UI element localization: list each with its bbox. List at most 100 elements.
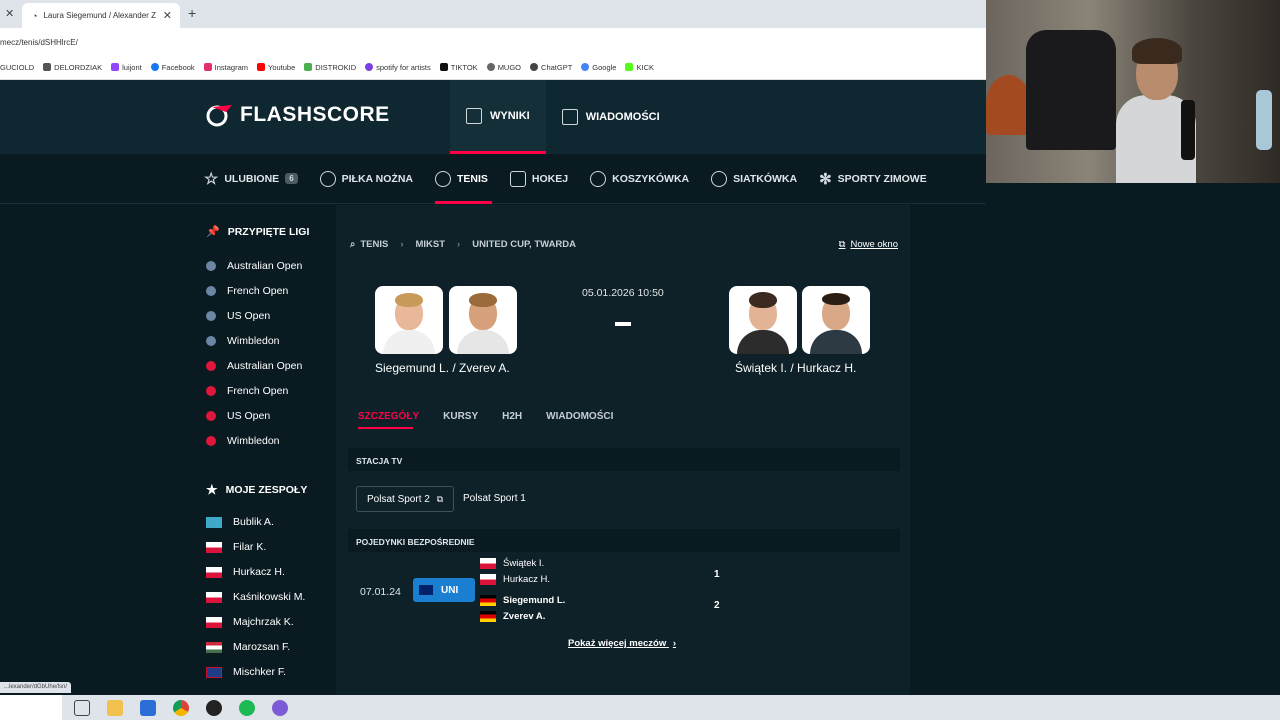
away-team-name[interactable]: Świątek I. / Hurkacz H. [735,361,856,375]
sport-ulubione[interactable]: ☆ ULUBIONE 6 [204,154,310,204]
bookmark[interactable]: Google [581,63,616,72]
sport-hokej[interactable]: HOKEJ [509,154,580,204]
tab-h2h[interactable]: H2H [502,411,522,422]
scores-icon [466,107,482,124]
sport-tenis[interactable]: TENIS [435,154,500,204]
file-explorer-icon[interactable] [107,699,123,716]
pin-icon [206,361,216,371]
store-icon[interactable] [140,699,156,716]
obs-icon[interactable] [206,699,222,716]
pinned-league-item[interactable]: Wimbledon [206,435,280,447]
sport-siatkowka[interactable]: SIATKÓWKA [711,154,809,204]
team-item[interactable]: Marozsan F. [206,641,290,653]
chevron-right-icon: › [672,638,677,649]
h2h-section-header: POJEDYNKI BEZPOŚREDNIE [348,529,900,552]
new-tab-button[interactable]: + [188,5,196,21]
bookmark[interactable]: Instagram [203,63,248,72]
task-view-icon[interactable] [74,699,90,716]
bookmark[interactable]: TIKTOK [439,63,478,72]
browser-tab-bar: ✕ ◔ Laura Siegemund / Alexander Z ✕ + [0,0,986,28]
nav-wiadomosci[interactable]: WIADOMOŚCI [546,80,676,154]
h2h-player[interactable]: Hurkacz H. [480,574,550,585]
sport-sporty-zimowe[interactable]: ✻ SPORTY ZIMOWE [819,154,939,204]
webcam-object [986,75,1031,135]
logo-text: FLASHSCORE [240,103,390,126]
flag-icon [206,541,222,553]
taskbar-search[interactable] [0,695,62,720]
tab-szczegoly[interactable]: SZCZEGÓŁY [358,411,419,422]
new-window-link[interactable]: ⧉ Nowe okno [839,239,898,250]
close-icon[interactable]: ✕ [5,7,14,20]
bookmark[interactable]: GUCIOLD [0,63,34,72]
left-sidebar: 📌 PRZYPIĘTE LIGI Australian Open French … [0,205,336,695]
bookmark[interactable]: DELORDZIAK [43,63,102,72]
team-item[interactable]: Hurkacz H. [206,566,285,578]
bookmark[interactable]: MUGO [486,63,521,72]
pinned-league-item[interactable]: Australian Open [206,260,302,272]
pinned-league-item[interactable]: US Open [206,310,270,322]
pinned-league-item[interactable]: US Open [206,410,270,422]
breadcrumb-tournament[interactable]: UNITED CUP, TWARDA [472,239,576,250]
player-shirt [383,330,435,354]
bookmarks-bar: GUCIOLD DELORDZIAK luijont Facebook Inst… [0,55,986,80]
pin-icon [206,336,216,346]
chevron-right-icon: › [457,239,461,250]
team-item[interactable]: Majchrzak K. [206,616,294,628]
player-hair [749,292,777,308]
external-link-icon: ⧉ [436,494,444,504]
pinned-league-item[interactable]: French Open [206,385,288,397]
tab-wiadomosci[interactable]: WIADOMOŚCI [546,411,613,422]
pinned-league-item[interactable]: French Open [206,285,288,297]
h2h-player[interactable]: Świątek I. [480,558,544,569]
australia-flag-icon [419,585,433,595]
team-item[interactable]: Filar K. [206,541,266,553]
breadcrumb-tenis[interactable]: ⌕ TENIS [350,239,388,250]
bookmark[interactable]: Facebook [150,63,195,72]
competition-badge[interactable]: UNI [413,578,475,602]
browser-tab[interactable]: ◔ Laura Siegemund / Alexander Z ✕ [22,3,180,28]
tv-channel-text: Polsat Sport 1 [463,493,526,504]
team-item[interactable]: Kaśnikowski M. [206,591,305,603]
h2h-player[interactable]: Zverev A. [480,611,545,622]
tennis-icon [435,170,451,187]
show-more-matches-link[interactable]: Pokaż więcej meczów › [568,638,676,649]
sport-pilka-nozna[interactable]: PIŁKA NOŻNA [319,154,425,204]
discord-icon[interactable] [272,699,288,716]
score-placeholder [615,322,631,326]
address-bar[interactable]: mecz/tenis/dSHHlrcE/ [0,28,986,55]
bookmark[interactable]: Youtube [257,63,295,72]
team-item[interactable]: Mischker F. [206,666,286,678]
player-photo[interactable] [729,286,797,354]
pinned-leagues-title: 📌 PRZYPIĘTE LIGI [206,225,310,239]
tab-close-icon[interactable]: ✕ [163,9,172,22]
nav-wyniki[interactable]: WYNIKI [450,80,546,154]
bookmark[interactable]: KICK [625,63,654,72]
bookmark[interactable]: DISTROKID [304,63,356,72]
h2h-player[interactable]: Siegemund L. [480,595,565,606]
flag-icon [206,516,222,528]
germany-flag-icon [480,611,496,622]
team-item[interactable]: Bublik A. [206,516,274,528]
pinned-league-item[interactable]: Wimbledon [206,335,280,347]
player-photo[interactable] [449,286,517,354]
tab-kursy[interactable]: KURSY [443,411,478,422]
bookmark[interactable]: luijont [111,63,142,72]
status-bar-url: ...lexander/dGbUhe/lsn/ [0,682,72,693]
player-photo[interactable] [375,286,443,354]
bookmark[interactable]: spotify for artists [365,63,431,72]
match-panel: ⌕ TENIS › MIKST › UNITED CUP, TWARDA ⧉ No… [336,205,910,695]
taskbar [0,695,1280,720]
webcam-overlay [986,0,1280,183]
breadcrumb-mikst[interactable]: MIKST [415,239,445,250]
pin-icon [206,386,216,396]
tv-channel-button[interactable]: Polsat Sport 2 ⧉ [356,486,455,512]
pinned-league-item[interactable]: Australian Open [206,360,302,372]
bookmark[interactable]: ChatGPT [530,63,572,72]
sport-koszykowka[interactable]: KOSZYKÓWKA [590,154,701,204]
spotify-icon[interactable] [239,699,255,716]
player-hair [469,293,497,307]
flashscore-logo[interactable]: FLASHSCORE [206,103,390,127]
home-team-name[interactable]: Siegemund L. / Zverev A. [375,361,510,375]
player-photo[interactable] [802,286,870,354]
chrome-icon[interactable] [173,699,189,716]
